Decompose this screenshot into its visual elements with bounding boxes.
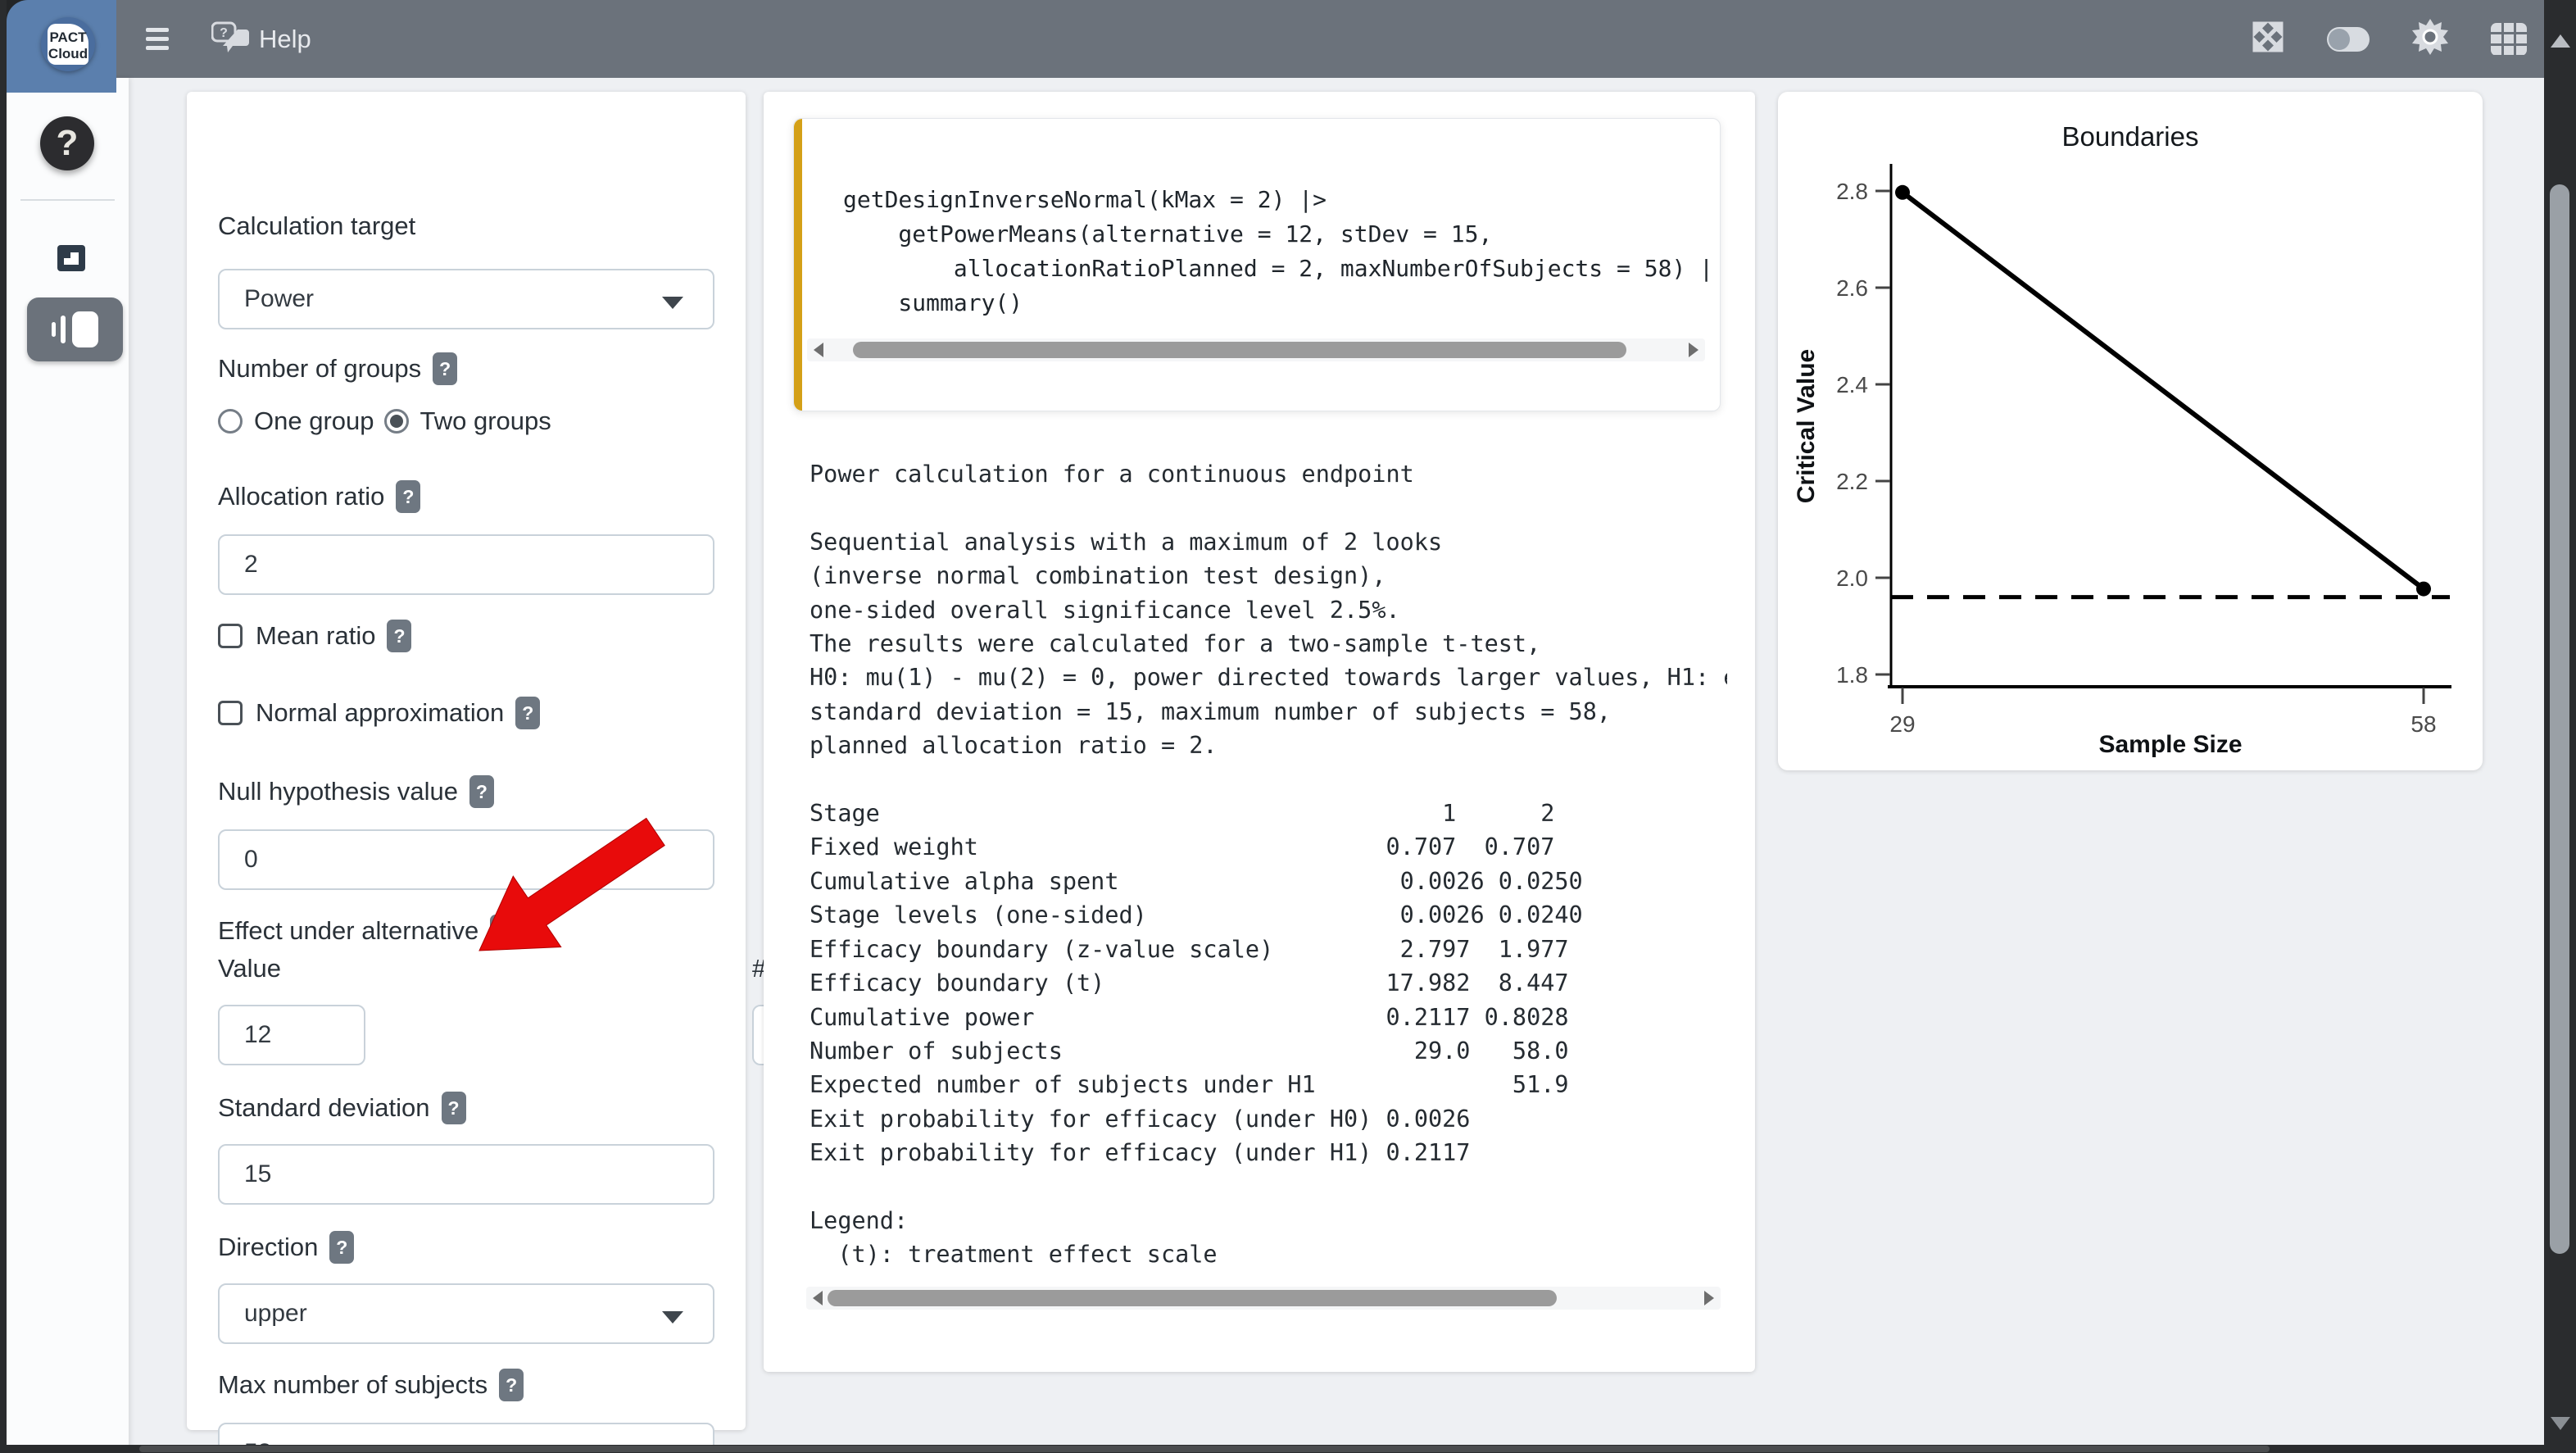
mean-ratio-checkbox[interactable] xyxy=(218,624,243,648)
allocation-ratio-label: Allocation ratio ? xyxy=(218,480,420,513)
help-badge-null-hypothesis[interactable]: ? xyxy=(469,775,494,808)
fullscreen-icon[interactable] xyxy=(2252,20,2284,57)
logo-text-1: PACT xyxy=(41,30,95,44)
icon-sidebar: ? xyxy=(7,78,129,1453)
help-label: Help xyxy=(259,25,311,54)
scroll-left-icon[interactable] xyxy=(813,1291,823,1305)
standard-deviation-label: Standard deviation ? xyxy=(218,1092,466,1124)
effect-value-label: Value xyxy=(218,954,281,983)
radio-icon xyxy=(384,409,409,434)
logo-text-2: Cloud xyxy=(41,47,95,61)
sidebar-item-designs[interactable] xyxy=(57,245,85,271)
svg-text:2.4: 2.4 xyxy=(1836,372,1868,397)
svg-text:1.8: 1.8 xyxy=(1836,662,1868,688)
chevron-down-icon xyxy=(662,297,683,309)
r-code-card: getDesignInverseNormal(kMax = 2) |> getP… xyxy=(793,118,1721,411)
page-vertical-scrollbar[interactable] xyxy=(2544,0,2576,1453)
svg-text:2.2: 2.2 xyxy=(1836,469,1868,494)
menu-icon[interactable] xyxy=(146,28,170,51)
help-button[interactable]: ? Help xyxy=(211,21,311,57)
help-badge-allocation-ratio[interactable]: ? xyxy=(396,480,420,513)
number-of-groups-label: Number of groups ? xyxy=(218,352,457,385)
boundaries-chart-card: Boundaries 1.8 2.0 2.2 2.4 2.6 2.8 29 58 Critica… xyxy=(1778,92,2483,770)
scroll-left-icon[interactable] xyxy=(814,343,823,357)
boundaries-chart: 1.8 2.0 2.2 2.4 2.6 2.8 29 58 Critical Value Samp… xyxy=(1778,92,2483,770)
help-badge-mean-ratio[interactable]: ? xyxy=(387,620,411,652)
mean-ratio-label: Mean ratio xyxy=(256,621,375,651)
scrollbar-thumb[interactable] xyxy=(828,1290,1557,1306)
radio-two-groups[interactable]: Two groups xyxy=(384,406,551,436)
r-code: getDesignInverseNormal(kMax = 2) |> getP… xyxy=(843,183,1713,320)
svg-text:58: 58 xyxy=(2410,711,2436,737)
calculation-target-label: Calculation target xyxy=(218,211,415,241)
apps-grid-icon[interactable] xyxy=(2491,23,2527,56)
standard-deviation-input[interactable] xyxy=(218,1144,714,1205)
radio-one-group[interactable]: One group xyxy=(218,406,374,436)
help-badge-direction[interactable]: ? xyxy=(329,1231,354,1264)
user-avatar[interactable]: ? xyxy=(40,116,94,170)
direction-label: Direction ? xyxy=(218,1231,354,1264)
max-subjects-label: Max number of subjects ? xyxy=(218,1369,524,1401)
app-logo[interactable]: PACT Cloud xyxy=(7,0,116,93)
parameters-panel: Calculation target Power Number of group… xyxy=(187,92,746,1430)
direction-select[interactable]: upper xyxy=(218,1283,714,1344)
chevron-down-icon xyxy=(662,1311,683,1324)
window-left-edge xyxy=(0,0,7,1453)
chart-title: Boundaries xyxy=(1778,121,2483,152)
theme-sun-icon[interactable] xyxy=(2412,19,2448,59)
top-bar xyxy=(0,0,2576,78)
logo-badge: PACT Cloud xyxy=(41,17,95,71)
svg-text:2.0: 2.0 xyxy=(1836,565,1868,591)
help-badge-normal-approximation[interactable]: ? xyxy=(515,697,540,729)
code-horizontal-scrollbar[interactable] xyxy=(807,338,1705,361)
sidebar-divider xyxy=(20,199,115,201)
svg-text:?: ? xyxy=(220,26,228,40)
svg-text:2.8: 2.8 xyxy=(1836,179,1868,204)
app-page: PACT Cloud ? Help xyxy=(0,0,2576,1453)
help-bubbles-icon: ? xyxy=(211,21,249,58)
calculation-target-select[interactable]: Power xyxy=(218,269,714,329)
scrollbar-thumb[interactable] xyxy=(2550,184,2569,1254)
dark-mode-toggle[interactable] xyxy=(2327,27,2370,52)
scroll-right-icon[interactable] xyxy=(1704,1291,1714,1305)
output-horizontal-scrollbar[interactable] xyxy=(806,1287,1721,1310)
normal-approximation-checkbox[interactable] xyxy=(218,701,243,725)
svg-text:Critical Value: Critical Value xyxy=(1793,349,1820,503)
toggle-knob xyxy=(2329,29,2350,50)
scrollbar-thumb[interactable] xyxy=(139,1446,2270,1452)
help-badge-standard-deviation[interactable]: ? xyxy=(442,1092,466,1124)
results-panel: getDesignInverseNormal(kMax = 2) |> getP… xyxy=(764,92,1755,1372)
calculation-target-value: Power xyxy=(244,285,314,313)
help-badge-max-subjects[interactable]: ? xyxy=(499,1369,524,1401)
sidebar-item-analysis-active[interactable] xyxy=(27,297,123,361)
svg-text:Sample Size: Sample Size xyxy=(2098,731,2242,758)
null-hypothesis-label: Null hypothesis value ? xyxy=(218,775,494,808)
svg-text:29: 29 xyxy=(1889,711,1915,737)
scroll-right-icon[interactable] xyxy=(1689,343,1698,357)
r-output-text: Power calculation for a continuous endpo… xyxy=(810,457,1727,1272)
scroll-down-icon[interactable] xyxy=(2551,1417,2570,1430)
effect-under-alternative-label: Effect under alternative ? xyxy=(218,915,515,947)
effect-value-input[interactable] xyxy=(218,1005,365,1065)
scroll-up-icon[interactable] xyxy=(2551,34,2570,48)
help-badge-number-of-groups[interactable]: ? xyxy=(433,352,457,385)
number-of-groups-radios: One group Two groups xyxy=(218,406,551,436)
normal-approximation-row: Normal approximation ? xyxy=(218,697,540,729)
radio-icon xyxy=(218,409,243,434)
topbar-actions xyxy=(2252,0,2527,78)
panel-icon xyxy=(52,322,56,337)
normal-approximation-label: Normal approximation xyxy=(256,698,504,728)
svg-text:2.6: 2.6 xyxy=(1836,275,1868,301)
mean-ratio-row: Mean ratio ? xyxy=(218,620,411,652)
allocation-ratio-input[interactable] xyxy=(218,534,714,595)
help-badge-effect[interactable]: ? xyxy=(490,915,515,947)
page-horizontal-scrollbar[interactable] xyxy=(0,1445,2544,1453)
null-hypothesis-input[interactable] xyxy=(218,829,714,890)
scrollbar-thumb[interactable] xyxy=(853,342,1626,358)
code-accent-bar xyxy=(794,119,802,411)
